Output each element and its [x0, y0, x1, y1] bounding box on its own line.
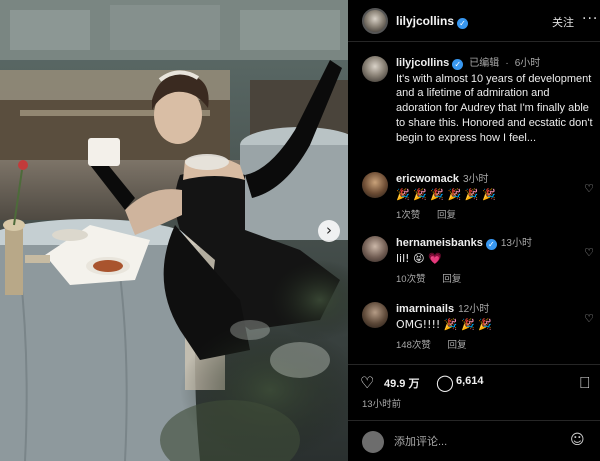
more-options-icon[interactable]: ···: [582, 11, 598, 27]
commenter-username[interactable]: imarninails: [396, 303, 454, 315]
commenter-username[interactable]: ericwomack: [396, 173, 459, 185]
commenter-avatar[interactable]: [362, 236, 388, 262]
bookmark-icon[interactable]: ⎕: [580, 373, 590, 392]
comment-input[interactable]: [394, 433, 554, 451]
reply-button[interactable]: 回复: [437, 210, 456, 221]
author-avatar[interactable]: [362, 8, 388, 34]
comment-time: 13小时: [500, 238, 532, 249]
add-comment-bar: ☺: [348, 420, 600, 461]
comment-item: hernameisbanks ✓ 13小时 lil! 😝 💗 10次赞 回复 ♡: [362, 236, 594, 285]
photo-illustration: [0, 0, 348, 461]
commenter-avatar[interactable]: [362, 172, 388, 198]
comment-like-heart-icon[interactable]: ♡: [584, 246, 594, 259]
likes-count[interactable]: 49.9 万: [384, 375, 419, 391]
reply-button[interactable]: 回复: [442, 274, 461, 285]
comment-bubble-icon[interactable]: ◯: [436, 373, 454, 392]
comment-like-heart-icon[interactable]: ♡: [584, 312, 594, 325]
posted-time: 13小时前: [362, 399, 402, 410]
comment-like-heart-icon[interactable]: ♡: [584, 182, 594, 195]
comment-item: imarninails 12小时 OMG!!!! 🎉 🎉 🎉 148次赞 回复 ♡: [362, 302, 594, 351]
follow-button[interactable]: 关注: [552, 14, 574, 30]
comment-text: OMG!!!! 🎉 🎉 🎉: [396, 318, 492, 331]
commenter-username[interactable]: hernameisbanks: [396, 237, 483, 249]
comment-time: 3小时: [462, 174, 489, 185]
comment-likes[interactable]: 1次赞: [396, 210, 420, 221]
current-user-avatar: [362, 431, 384, 453]
comment-likes[interactable]: 148次赞: [396, 340, 431, 351]
caption-time: 6小时: [514, 58, 541, 69]
comment-text: lil! 😝 💗: [396, 252, 442, 265]
caption-text: It's with almost 10 years of development…: [396, 72, 593, 144]
edited-label: 已编辑: [469, 58, 500, 69]
post-side-panel: lilyjcollins ✓ 关注 ··· lilyjcollins ✓ 已编辑 ·…: [348, 0, 600, 461]
comment-item: ericwomack 3小时 🎉 🎉 🎉 🎉 🎉 🎉 1次赞 回复 ♡: [362, 172, 594, 221]
comments-count[interactable]: 6,614: [456, 375, 484, 387]
verified-badge-icon: ✓: [452, 59, 464, 70]
verified-badge-icon: ✓: [485, 239, 497, 250]
reply-button[interactable]: 回复: [448, 340, 467, 351]
comment-likes[interactable]: 10次赞: [396, 274, 426, 285]
next-image-button[interactable]: ›: [318, 220, 340, 242]
comment-time: 12小时: [458, 304, 490, 315]
emoji-icon[interactable]: ☺: [570, 432, 585, 448]
caption-username[interactable]: lilyjcollins: [396, 57, 449, 69]
post-photo: ›: [0, 0, 348, 461]
commenter-avatar[interactable]: [362, 302, 388, 328]
heart-icon[interactable]: ♡: [360, 373, 374, 392]
author-username[interactable]: lilyjcollins ✓: [396, 14, 469, 29]
caption-separator: ·: [505, 58, 509, 69]
verified-badge-icon: ✓: [457, 18, 469, 29]
comment-text: 🎉 🎉 🎉 🎉 🎉 🎉: [396, 188, 496, 201]
caption-avatar[interactable]: [362, 56, 388, 82]
post-caption: lilyjcollins ✓ 已编辑 · 6小时 It's with almost…: [362, 56, 594, 145]
post-header: lilyjcollins ✓ 关注 ···: [348, 0, 600, 42]
author-username-text[interactable]: lilyjcollins: [396, 14, 454, 28]
